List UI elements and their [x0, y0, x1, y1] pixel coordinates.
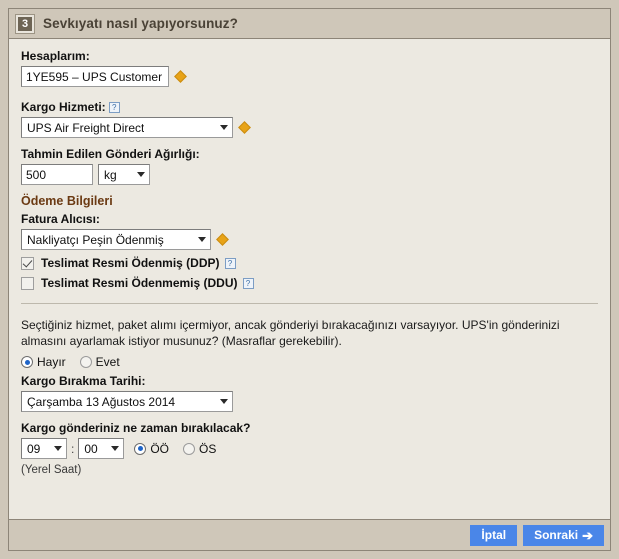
payment-section-heading: Ödeme Bilgileri: [21, 194, 113, 208]
accounts-label: Hesaplarım:: [21, 49, 598, 63]
ddp-label: Teslimat Resmi Ödenmiş (DDP): [41, 256, 220, 270]
cancel-button[interactable]: İptal: [470, 524, 518, 546]
chevron-down-icon: [198, 237, 206, 242]
chevron-down-icon: [54, 446, 62, 451]
ddu-label: Teslimat Resmi Ödenmemiş (DDU): [41, 276, 238, 290]
required-diamond-icon: [238, 121, 251, 134]
step-panel: 3 Sevkıyatı nasıl yapıyorsunuz? Hesaplar…: [8, 8, 611, 551]
meridiem-radio-pm[interactable]: [183, 442, 196, 455]
dropoff-date-select[interactable]: Çarşamba 13 Ağustos 2014: [21, 391, 233, 412]
pickup-radio-group[interactable]: Hayır Evet: [21, 355, 598, 369]
panel-header: 3 Sevkıyatı nasıl yapıyorsunuz?: [9, 9, 610, 39]
weight-label-text: Tahmin Edilen Gönderi Ağırlığı:: [21, 147, 200, 161]
help-icon-ddp[interactable]: ?: [224, 257, 236, 269]
pickup-section: Seçtiğiniz hizmet, paket alımı içermiyor…: [9, 308, 610, 476]
chevron-down-icon: [111, 446, 120, 451]
chevron-down-icon: [220, 125, 228, 130]
required-diamond-icon: [174, 70, 187, 83]
time-separator: :: [71, 441, 75, 456]
ddp-checkbox[interactable]: [21, 256, 34, 270]
dropoff-date-label: Kargo Bırakma Tarihi:: [21, 374, 598, 388]
dropoff-date-value: Çarşamba 13 Ağustos 2014: [27, 394, 176, 409]
dropoff-time-label: Kargo gönderiniz ne zaman bırakılacak?: [21, 421, 598, 435]
arrow-right-icon: ➔: [582, 527, 593, 543]
dropoff-date-label-text: Kargo Bırakma Tarihi:: [21, 374, 146, 388]
service-label-text: Kargo Hizmeti:: [21, 100, 106, 114]
dropoff-hour-select[interactable]: 09: [21, 438, 67, 459]
pickup-radio-no[interactable]: [21, 356, 33, 368]
weight-row: kg: [21, 164, 598, 185]
shipping-details-section: Hesaplarım: Kargo Hizmeti: ? UPS Air Fre…: [9, 39, 610, 308]
dropoff-minute-value: 00: [84, 441, 98, 456]
accounts-row: [21, 66, 598, 87]
meridiem-radio-am[interactable]: [134, 442, 147, 455]
weight-input[interactable]: [21, 164, 93, 185]
page-title: Sevkıyatı nasıl yapıyorsunuz?: [43, 16, 238, 31]
chevron-down-icon: [220, 399, 228, 404]
next-button[interactable]: Sonraki ➔: [523, 524, 604, 546]
local-time-note: (Yerel Saat): [21, 464, 82, 476]
service-row: UPS Air Freight Direct: [21, 117, 598, 138]
pickup-radio-yes-label: Evet: [95, 355, 120, 369]
service-select-value: UPS Air Freight Direct: [27, 120, 145, 135]
payer-row: Nakliyatçı Peşin Ödenmiş: [21, 229, 598, 250]
service-label: Kargo Hizmeti: ?: [21, 100, 598, 114]
section-divider: [21, 303, 598, 304]
step-number-badge: 3: [15, 13, 35, 34]
weight-unit-select[interactable]: kg: [98, 164, 150, 185]
pickup-radio-yes[interactable]: [79, 356, 92, 368]
payer-label: Fatura Alıcısı:: [21, 212, 598, 226]
payer-select-value: Nakliyatçı Peşin Ödenmiş: [27, 232, 164, 247]
payer-select[interactable]: Nakliyatçı Peşin Ödenmiş: [21, 229, 211, 250]
dropoff-date-row: Çarşamba 13 Ağustos 2014: [21, 391, 598, 412]
required-diamond-icon: [216, 233, 229, 246]
help-icon-service[interactable]: ?: [108, 101, 120, 113]
account-input[interactable]: [21, 66, 169, 87]
dropoff-hour-value: 09: [27, 441, 41, 456]
pickup-description: Seçtiğiniz hizmet, paket alımı içermiyor…: [21, 318, 560, 348]
shipping-wizard-screen: 3 Sevkıyatı nasıl yapıyorsunuz? Hesaplar…: [0, 0, 619, 559]
ddu-checkbox-row[interactable]: Teslimat Resmi Ödenmemiş (DDU) ?: [21, 276, 598, 290]
ddu-checkbox[interactable]: [21, 276, 34, 290]
help-icon-ddu[interactable]: ?: [242, 277, 254, 289]
dropoff-time-row: 09 : 00 ÖÖ ÖS: [21, 438, 598, 459]
panel-body: Hesaplarım: Kargo Hizmeti: ? UPS Air Fre…: [9, 39, 610, 519]
chevron-down-icon: [137, 172, 145, 177]
meridiem-radio-group[interactable]: ÖÖ ÖS: [134, 442, 226, 456]
meridiem-radio-pm-label: ÖS: [199, 441, 217, 456]
dropoff-minute-select[interactable]: 00: [78, 438, 125, 459]
weight-label: Tahmin Edilen Gönderi Ağırlığı:: [21, 147, 598, 161]
panel-footer: İptal Sonraki ➔: [9, 519, 610, 550]
service-select[interactable]: UPS Air Freight Direct: [21, 117, 233, 138]
pickup-radio-no-label: Hayır: [37, 355, 66, 369]
ddp-checkbox-row[interactable]: Teslimat Resmi Ödenmiş (DDP) ?: [21, 256, 598, 270]
payer-label-text: Fatura Alıcısı:: [21, 212, 100, 226]
dropoff-time-label-text: Kargo gönderiniz ne zaman bırakılacak?: [21, 421, 251, 435]
accounts-label-text: Hesaplarım:: [21, 49, 90, 63]
weight-unit-value: kg: [104, 167, 117, 182]
next-button-label: Sonraki: [534, 528, 579, 542]
meridiem-radio-am-label: ÖÖ: [150, 441, 170, 456]
